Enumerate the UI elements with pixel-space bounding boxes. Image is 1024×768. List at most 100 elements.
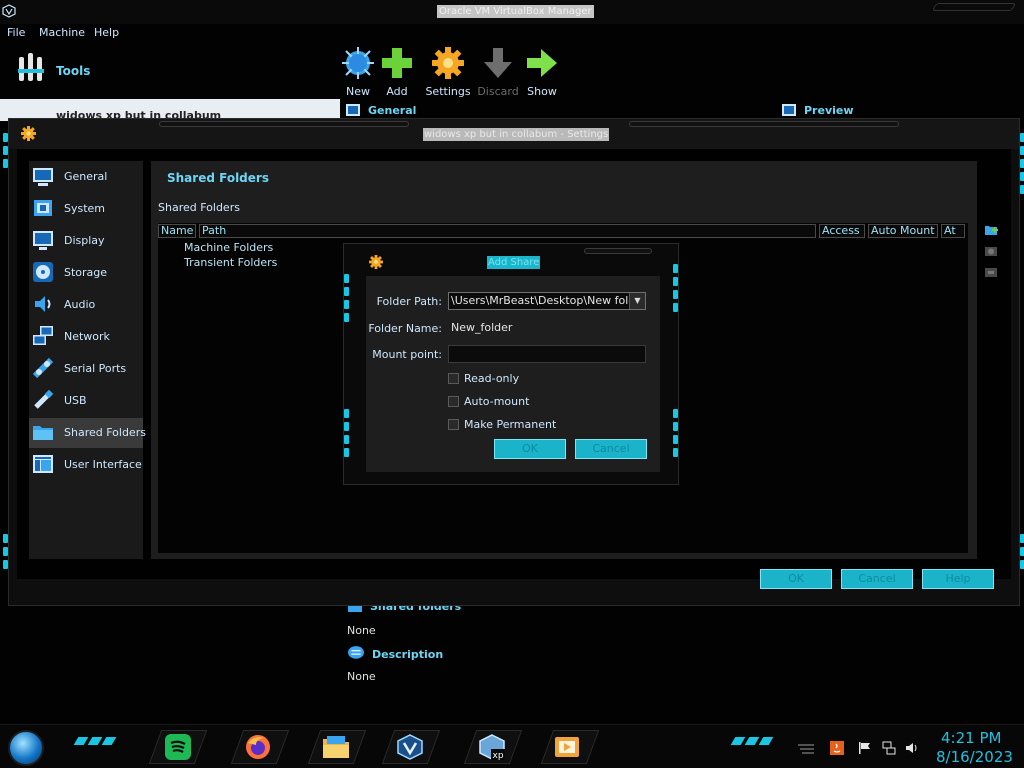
- settings-gear-icon: [432, 47, 464, 79]
- storage-icon: [33, 262, 53, 282]
- settings-cancel-button[interactable]: Cancel: [841, 569, 913, 589]
- description-section-header[interactable]: Description: [348, 646, 443, 661]
- frame-decoration: [1020, 534, 1024, 573]
- sidebar-item-system[interactable]: System: [29, 194, 143, 224]
- chevron-down-icon[interactable]: ▼: [629, 293, 645, 309]
- clock-date[interactable]: 8/16/2023: [936, 748, 1013, 766]
- tray-decoration-icon: [798, 744, 814, 754]
- settings-ok-button[interactable]: OK: [760, 569, 832, 589]
- general-section-header[interactable]: General: [346, 104, 416, 117]
- sidebar-item-network[interactable]: Network: [29, 322, 143, 352]
- sidebar-item-audio[interactable]: Audio: [29, 290, 143, 320]
- taskbar-decoration: [87, 737, 103, 745]
- network-icon[interactable]: [882, 741, 896, 755]
- tree-row-machine-folders[interactable]: Machine Folders: [184, 241, 273, 254]
- vm-xp-icon[interactable]: xp: [478, 733, 506, 761]
- sidebar-item-label: Display: [64, 234, 105, 247]
- column-access[interactable]: Access: [819, 224, 865, 238]
- monitor-icon: [346, 104, 360, 116]
- auto-mount-checkbox[interactable]: [448, 396, 459, 407]
- tools-label: Tools: [56, 64, 91, 78]
- show-button[interactable]: Show: [517, 46, 567, 98]
- remove-shared-folder-icon[interactable]: [984, 265, 998, 279]
- mount-point-label: Mount point:: [372, 348, 442, 361]
- frame-decoration: [673, 409, 680, 461]
- column-path[interactable]: Path: [199, 224, 816, 238]
- menu-help[interactable]: Help: [94, 26, 119, 39]
- make-permanent-checkbox[interactable]: [448, 419, 459, 430]
- java-update-icon[interactable]: [830, 741, 844, 755]
- taskbar: xp 4:21 PM 8/16/2023: [0, 724, 1024, 768]
- add-button[interactable]: Add: [372, 46, 422, 98]
- sidebar-item-display[interactable]: Display: [29, 226, 143, 256]
- audio-icon: [35, 296, 51, 312]
- add-share-cancel-button[interactable]: Cancel: [575, 439, 647, 459]
- show-arrow-icon: [527, 49, 557, 77]
- tools-item[interactable]: Tools: [16, 53, 90, 88]
- settings-sidebar: General System Display Storage Audio Net…: [29, 161, 146, 559]
- volume-icon[interactable]: [905, 741, 919, 755]
- display-icon: [33, 231, 53, 250]
- frame-decoration: [344, 409, 351, 461]
- folder-path-label: Folder Path:: [376, 295, 442, 308]
- taskbar-decoration: [730, 737, 746, 745]
- preview-section-header[interactable]: Preview: [782, 104, 854, 117]
- sidebar-item-user-interface[interactable]: User Interface: [29, 450, 143, 480]
- column-name[interactable]: Name: [158, 224, 196, 238]
- folder-path-combobox[interactable]: \Users\MrBeast\Desktop\New folder ▼: [448, 292, 646, 310]
- speech-bubble-icon: [348, 646, 364, 659]
- virtualbox-icon[interactable]: [396, 733, 424, 761]
- preview-header-label: Preview: [804, 104, 854, 117]
- sidebar-item-label: General: [64, 170, 108, 183]
- edit-shared-folder-icon[interactable]: [984, 244, 998, 258]
- frame-decoration: [3, 534, 10, 573]
- add-label: Add: [386, 85, 408, 98]
- sidebar-item-shared-folders[interactable]: Shared Folders: [29, 418, 146, 448]
- shared-folders-value: None: [347, 624, 376, 637]
- sidebar-item-label: Shared Folders: [64, 426, 146, 439]
- frame-decoration: [673, 264, 680, 316]
- sidebar-item-label: Serial Ports: [64, 362, 127, 375]
- menu-machine[interactable]: Machine: [39, 26, 85, 39]
- sidebar-item-general[interactable]: General: [29, 162, 143, 192]
- serial-ports-icon: [32, 357, 54, 379]
- start-button[interactable]: [8, 730, 44, 766]
- settings-titlebar[interactable]: widows xp but in collabum - Settings: [9, 119, 1019, 149]
- media-player-icon[interactable]: [553, 733, 581, 761]
- sidebar-item-usb[interactable]: USB: [29, 386, 143, 416]
- settings-button[interactable]: Settings: [423, 46, 473, 98]
- folder-path-value: \Users\MrBeast\Desktop\New folder: [451, 294, 646, 307]
- folder-name-value: New_folder: [451, 321, 513, 334]
- sidebar-item-serial-ports[interactable]: Serial Ports: [29, 354, 143, 384]
- taskbar-decoration: [744, 737, 760, 745]
- read-only-checkbox[interactable]: [448, 373, 459, 384]
- menu-file[interactable]: File: [7, 26, 25, 39]
- taskbar-decoration: [101, 737, 117, 745]
- settings-help-button[interactable]: Help: [922, 569, 994, 589]
- tree-row-transient-folders[interactable]: Transient Folders: [184, 256, 277, 269]
- spotify-icon[interactable]: [164, 733, 192, 761]
- new-icon: [342, 47, 374, 79]
- clock-time[interactable]: 4:21 PM: [941, 729, 1001, 747]
- column-at[interactable]: At: [941, 224, 965, 238]
- frame-decoration: [629, 121, 899, 127]
- add-shared-folder-icon[interactable]: [984, 223, 998, 237]
- file-explorer-icon[interactable]: [322, 733, 350, 761]
- add-share-titlebar[interactable]: Add Share: [344, 244, 678, 274]
- discard-arrow-icon: [484, 48, 512, 78]
- add-share-ok-button[interactable]: OK: [494, 439, 566, 459]
- sidebar-item-storage[interactable]: Storage: [29, 258, 143, 288]
- folder-name-label: Folder Name:: [368, 322, 442, 335]
- firefox-icon[interactable]: [244, 733, 272, 761]
- main-titlebar: Oracle VM VirtualBox Manager: [0, 0, 1024, 24]
- svg-text:xp: xp: [493, 751, 504, 761]
- sidebar-item-label: User Interface: [64, 458, 142, 471]
- discard-button[interactable]: Discard: [473, 46, 523, 98]
- description-value: None: [347, 670, 376, 683]
- column-auto-mount[interactable]: Auto Mount: [868, 224, 938, 238]
- mount-point-field[interactable]: [448, 345, 646, 363]
- action-center-flag-icon[interactable]: [858, 741, 872, 755]
- taskbar-decoration: [73, 737, 89, 745]
- folder-name-field[interactable]: New_folder: [448, 319, 646, 337]
- make-permanent-label: Make Permanent: [464, 418, 557, 431]
